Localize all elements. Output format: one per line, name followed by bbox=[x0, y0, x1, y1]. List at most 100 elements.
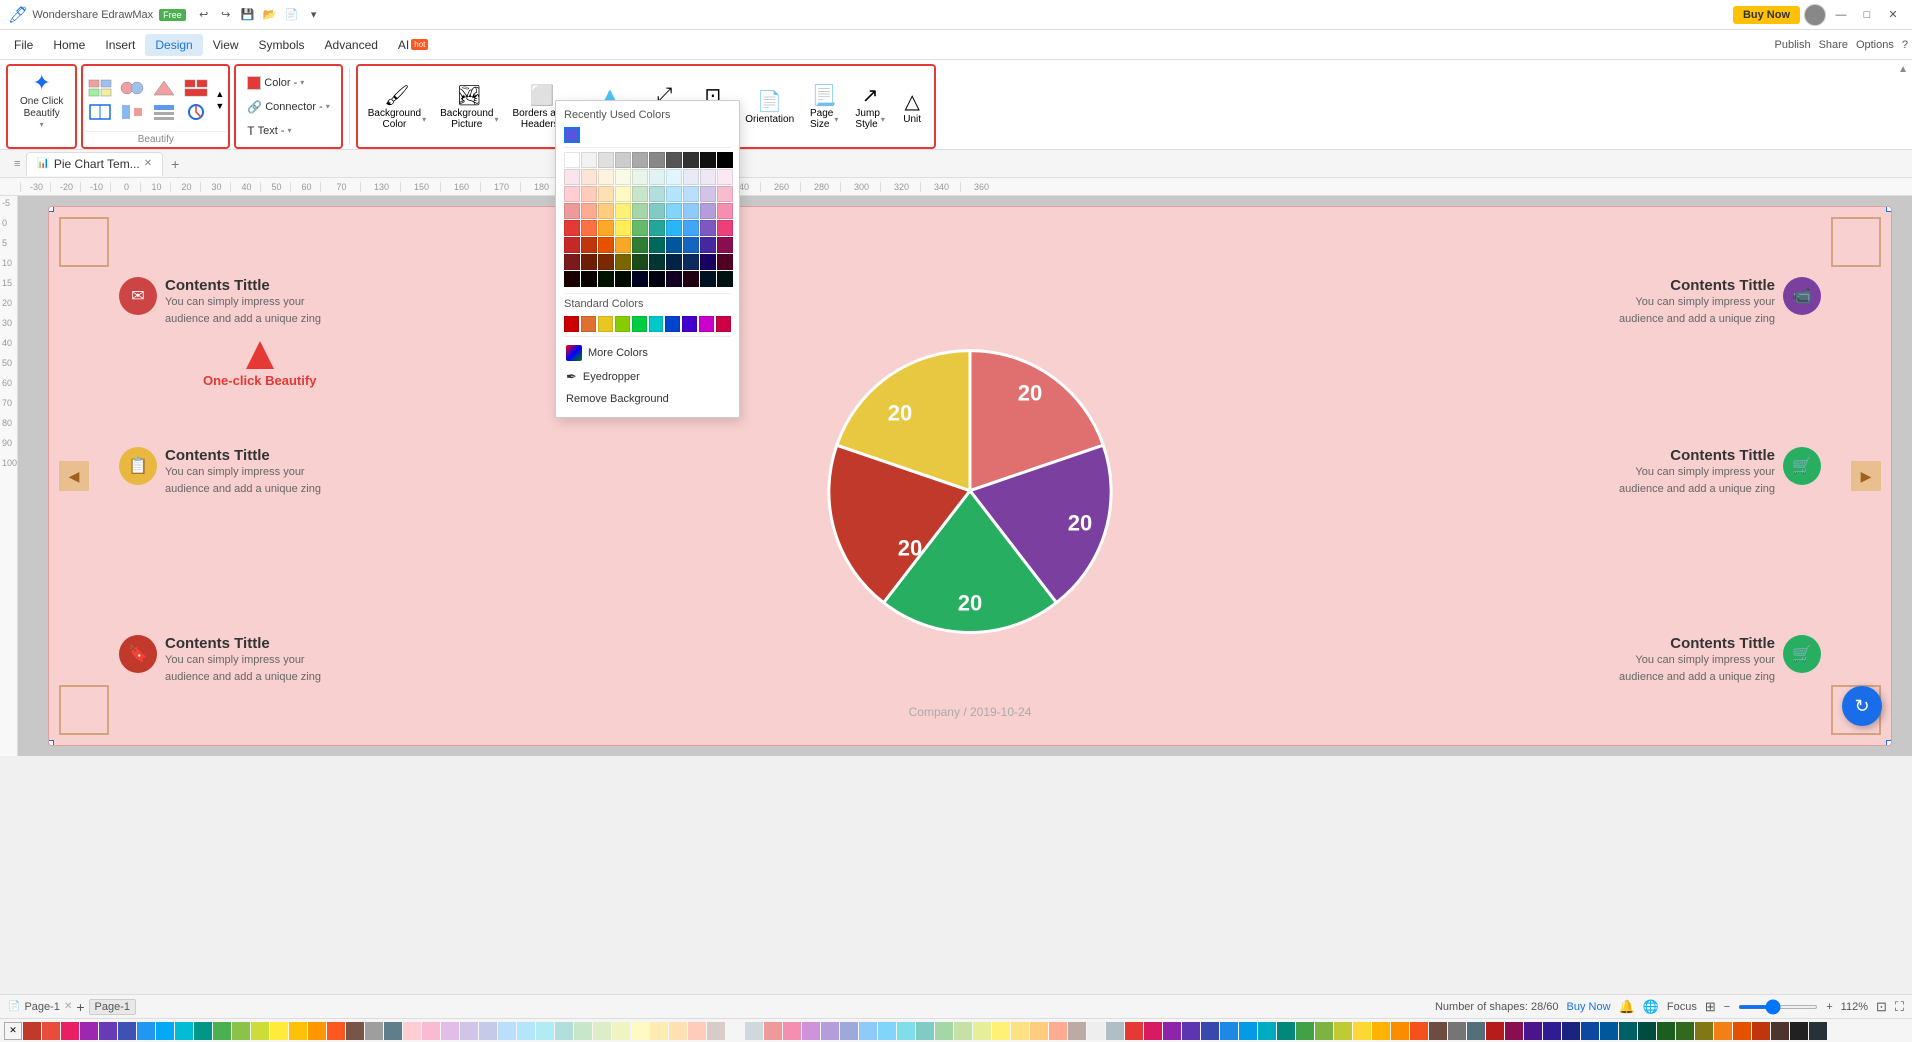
palette-swatch[interactable] bbox=[1125, 1022, 1143, 1040]
palette-swatch[interactable] bbox=[707, 1022, 725, 1040]
palette-swatch[interactable] bbox=[859, 1022, 877, 1040]
more-btn[interactable]: ▾ bbox=[304, 5, 324, 25]
color-swatch[interactable] bbox=[666, 152, 682, 168]
menu-insert[interactable]: Insert bbox=[95, 34, 145, 56]
palette-swatch[interactable] bbox=[384, 1022, 402, 1040]
color-swatch[interactable] bbox=[598, 203, 614, 219]
status-icon-1[interactable]: 🔔 bbox=[1619, 999, 1635, 1015]
color-swatch[interactable] bbox=[598, 152, 614, 168]
palette-swatch[interactable] bbox=[1581, 1022, 1599, 1040]
palette-swatch[interactable] bbox=[1391, 1022, 1409, 1040]
jump-style-btn[interactable]: ↗ JumpStyle ▾ bbox=[848, 79, 892, 134]
palette-swatch[interactable] bbox=[1562, 1022, 1580, 1040]
palette-swatch[interactable] bbox=[1011, 1022, 1029, 1040]
style-more-down[interactable]: ▼ bbox=[213, 100, 226, 112]
zoom-in-btn[interactable]: + bbox=[1826, 1001, 1832, 1013]
palette-swatch[interactable] bbox=[1486, 1022, 1504, 1040]
palette-swatch[interactable] bbox=[1448, 1022, 1466, 1040]
palette-swatch[interactable] bbox=[194, 1022, 212, 1040]
palette-swatch[interactable] bbox=[878, 1022, 896, 1040]
palette-swatch[interactable] bbox=[1429, 1022, 1447, 1040]
palette-swatch[interactable] bbox=[156, 1022, 174, 1040]
style-btn-5[interactable] bbox=[85, 101, 115, 123]
style-btn-6[interactable] bbox=[117, 101, 147, 123]
color-btn[interactable]: Color - ▾ bbox=[242, 73, 334, 93]
close-button[interactable]: ✕ bbox=[1882, 4, 1904, 26]
palette-swatch[interactable] bbox=[99, 1022, 117, 1040]
color-swatch[interactable] bbox=[683, 237, 699, 253]
palette-swatch[interactable] bbox=[1543, 1022, 1561, 1040]
palette-swatch[interactable] bbox=[1163, 1022, 1181, 1040]
palette-swatch[interactable] bbox=[1277, 1022, 1295, 1040]
style-btn-1[interactable] bbox=[85, 77, 115, 99]
color-swatch[interactable] bbox=[717, 169, 733, 185]
color-swatch[interactable] bbox=[581, 220, 597, 236]
palette-swatch[interactable] bbox=[327, 1022, 345, 1040]
palette-swatch[interactable] bbox=[1695, 1022, 1713, 1040]
palette-swatch[interactable] bbox=[137, 1022, 155, 1040]
palette-swatch[interactable] bbox=[1410, 1022, 1428, 1040]
menu-home[interactable]: Home bbox=[43, 34, 95, 56]
palette-swatch[interactable] bbox=[783, 1022, 801, 1040]
help-link[interactable]: ? bbox=[1902, 39, 1908, 51]
color-swatch[interactable] bbox=[683, 220, 699, 236]
palette-swatch[interactable] bbox=[1524, 1022, 1542, 1040]
style-btn-8[interactable] bbox=[181, 101, 211, 123]
add-tab-btn[interactable]: + bbox=[163, 152, 187, 176]
std-color-6[interactable] bbox=[649, 316, 664, 332]
color-swatch[interactable] bbox=[564, 220, 580, 236]
canvas-area[interactable]: ◀ ▶ Title or Content ✉ Contents Tittle Y… bbox=[18, 196, 1912, 756]
color-swatch[interactable] bbox=[581, 271, 597, 287]
fit-btn[interactable]: ⊡ bbox=[1876, 999, 1887, 1015]
palette-swatch[interactable] bbox=[498, 1022, 516, 1040]
color-swatch[interactable] bbox=[649, 254, 665, 270]
palette-swatch[interactable] bbox=[1752, 1022, 1770, 1040]
palette-swatch[interactable] bbox=[574, 1022, 592, 1040]
undo-btn[interactable]: ↩ bbox=[194, 5, 214, 25]
color-swatch[interactable] bbox=[666, 203, 682, 219]
palette-swatch[interactable] bbox=[308, 1022, 326, 1040]
palette-swatch[interactable] bbox=[289, 1022, 307, 1040]
palette-swatch[interactable] bbox=[726, 1022, 744, 1040]
palette-swatch[interactable] bbox=[1353, 1022, 1371, 1040]
template-nav-left[interactable]: ◀ bbox=[59, 461, 89, 491]
palette-swatch[interactable] bbox=[1714, 1022, 1732, 1040]
palette-swatch[interactable] bbox=[992, 1022, 1010, 1040]
pie-template[interactable]: ◀ ▶ Title or Content ✉ Contents Tittle Y… bbox=[48, 206, 1892, 746]
color-swatch[interactable] bbox=[683, 254, 699, 270]
floating-action-btn[interactable]: ↻ bbox=[1842, 686, 1882, 726]
background-color-btn[interactable]: 🖌 BackgroundColor ▾ bbox=[362, 79, 432, 134]
color-swatch[interactable] bbox=[717, 186, 733, 202]
recent-color-1[interactable] bbox=[564, 127, 580, 143]
focus-label[interactable]: Focus bbox=[1667, 1001, 1697, 1013]
color-swatch[interactable] bbox=[632, 186, 648, 202]
more-colors-action[interactable]: More Colors bbox=[564, 341, 731, 365]
page-tab[interactable]: Page-1 bbox=[89, 999, 136, 1015]
status-icon-3[interactable]: ⊞ bbox=[1705, 999, 1716, 1015]
color-swatch[interactable] bbox=[649, 152, 665, 168]
color-swatch[interactable] bbox=[717, 237, 733, 253]
style-btn-4[interactable] bbox=[181, 77, 211, 99]
color-swatch[interactable] bbox=[666, 220, 682, 236]
color-swatch[interactable] bbox=[632, 169, 648, 185]
palette-swatch[interactable] bbox=[1106, 1022, 1124, 1040]
options-link[interactable]: Options bbox=[1856, 39, 1894, 51]
palette-swatch[interactable] bbox=[460, 1022, 478, 1040]
palette-swatch[interactable] bbox=[536, 1022, 554, 1040]
color-swatch[interactable] bbox=[581, 152, 597, 168]
tab-close-icon[interactable]: ✕ bbox=[144, 158, 152, 169]
color-swatch[interactable] bbox=[700, 254, 716, 270]
tab-pie-chart[interactable]: 📊 Pie Chart Tem... ✕ bbox=[26, 152, 163, 176]
color-swatch[interactable] bbox=[700, 169, 716, 185]
color-swatch[interactable] bbox=[649, 186, 665, 202]
palette-swatch[interactable] bbox=[1790, 1022, 1808, 1040]
selection-handle-bl[interactable] bbox=[48, 740, 54, 746]
style-btn-7[interactable] bbox=[149, 101, 179, 123]
palette-swatch[interactable] bbox=[973, 1022, 991, 1040]
palette-swatch[interactable] bbox=[1239, 1022, 1257, 1040]
palette-swatch[interactable] bbox=[1467, 1022, 1485, 1040]
color-swatch[interactable] bbox=[598, 237, 614, 253]
palette-swatch[interactable] bbox=[1296, 1022, 1314, 1040]
color-swatch[interactable] bbox=[564, 203, 580, 219]
color-swatch[interactable] bbox=[564, 169, 580, 185]
